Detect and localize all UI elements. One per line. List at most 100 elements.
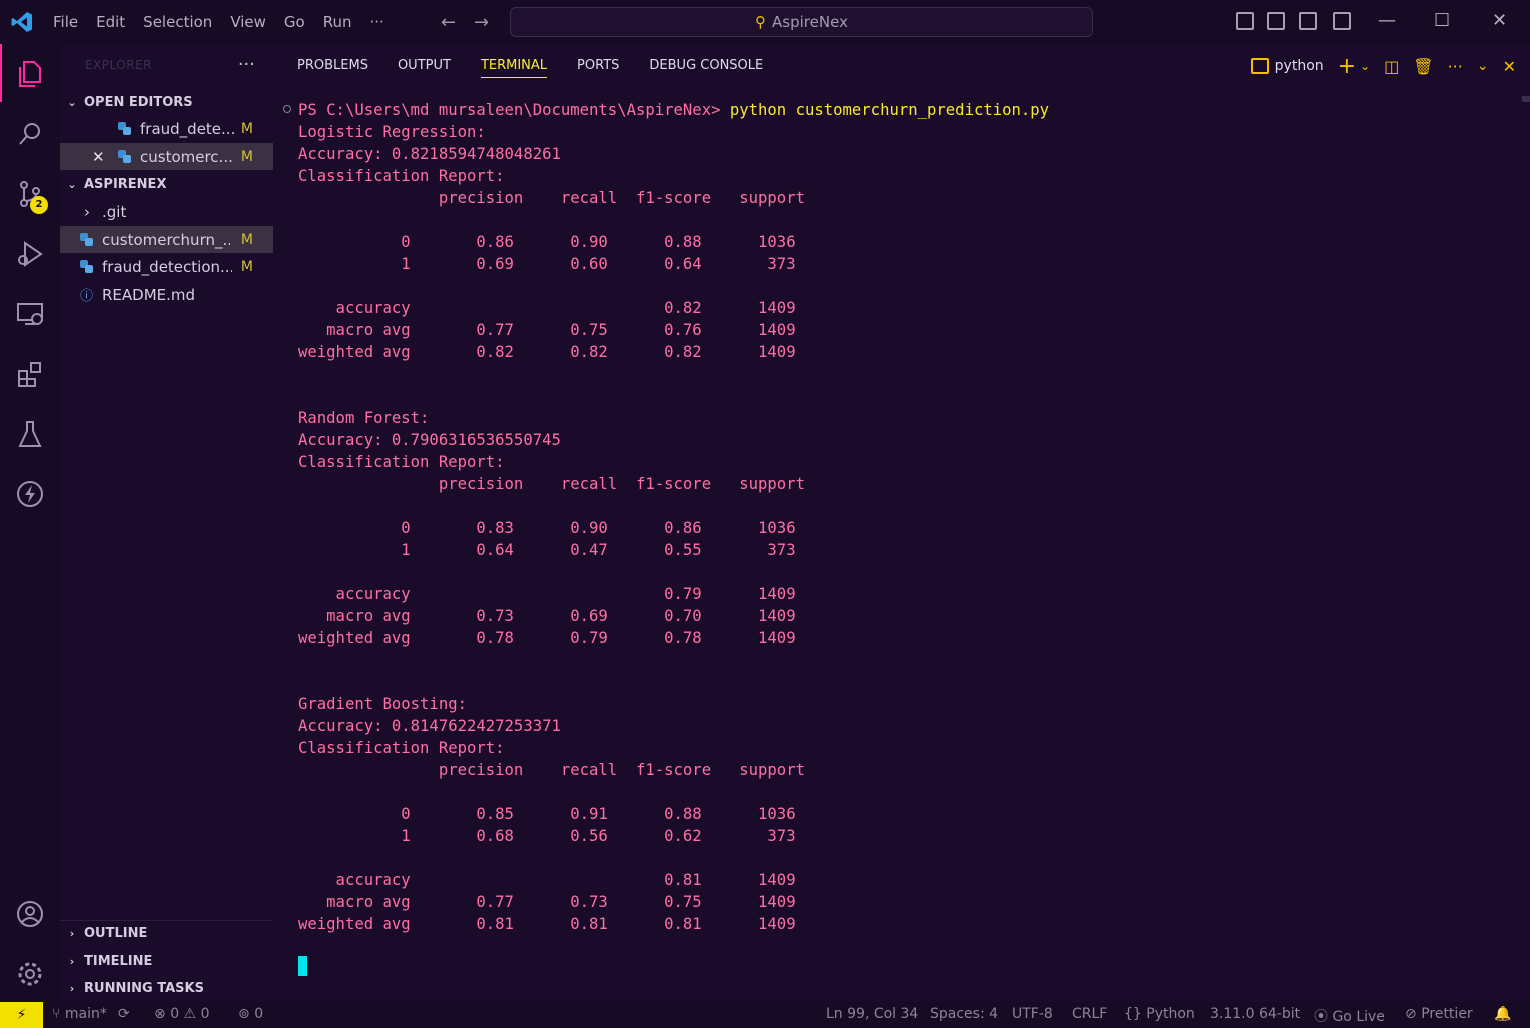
menu-go[interactable]: Go — [275, 13, 314, 31]
timeline-header[interactable]: › TIMELINE — [60, 948, 273, 974]
title-bar: File Edit Selection View Go Run ··· ← → … — [0, 0, 1530, 44]
testing-flask-icon[interactable] — [14, 418, 46, 450]
close-window-icon[interactable]: ✕ — [1492, 10, 1507, 31]
maximize-icon[interactable]: ☐ — [1434, 10, 1450, 31]
terminal-output[interactable]: PS C:\Users\md mursaleen\Documents\Aspir… — [298, 99, 1049, 935]
extensions-icon[interactable] — [14, 358, 46, 390]
prettier-status[interactable]: ⊘ Prettier — [1405, 1006, 1473, 1022]
customize-layout-icon[interactable] — [1333, 12, 1351, 30]
chevron-down-icon[interactable]: ⌄ — [1360, 59, 1370, 73]
chevron-right-icon: › — [69, 954, 75, 968]
more-actions-icon[interactable]: ··· — [1448, 57, 1463, 76]
error-count: 0 — [170, 1006, 180, 1022]
close-panel-icon[interactable]: ✕ — [1503, 57, 1516, 76]
vscode-logo-icon[interactable] — [10, 10, 34, 34]
accounts-icon[interactable] — [14, 898, 46, 930]
cursor-position[interactable]: Ln 99, Col 34 — [826, 1006, 918, 1022]
running-tasks-label: RUNNING TASKS — [84, 980, 204, 996]
tab-terminal[interactable]: TERMINAL — [480, 58, 548, 78]
forward-arrow-icon[interactable]: → — [474, 12, 489, 33]
sync-icon[interactable]: ⟳ — [118, 1006, 130, 1022]
explorer-sidebar: EXPLORER ··· ⌄ OPEN EDITORS fraud_dete..… — [60, 44, 273, 1002]
command-center-search[interactable]: ⚲ AspireNex — [510, 7, 1093, 37]
file-item[interactable]: ⓘ README.md — [60, 281, 273, 308]
tab-output[interactable]: OUTPUT — [398, 58, 451, 78]
file-name: customerchurn_... — [102, 230, 230, 249]
go-live-label: Go Live — [1332, 1009, 1385, 1025]
terminal-output-text: Logistic Regression: Accuracy: 0.8218594… — [298, 123, 805, 933]
open-editors-header[interactable]: ⌄ OPEN EDITORS — [60, 89, 273, 115]
open-editor-name: fraud_dete... — [140, 119, 236, 138]
status-bar: ⚡ ⑂ main* ⟳ ⊗ 0 ⚠ 0 ⊚ 0 Ln 99, Col 34 Sp… — [0, 1002, 1530, 1028]
chevron-right-icon: › — [69, 981, 75, 995]
terminal-cursor — [298, 956, 307, 976]
tab-debug-console[interactable]: DEBUG CONSOLE — [649, 58, 763, 78]
running-tasks-header[interactable]: › RUNNING TASKS — [60, 975, 273, 1001]
info-icon: ⓘ — [80, 289, 94, 304]
minimize-icon[interactable]: — — [1378, 10, 1396, 31]
maximize-panel-chevron-icon[interactable]: ⌄ — [1477, 58, 1489, 74]
command-center-label: AspireNex — [772, 13, 848, 31]
menu-selection[interactable]: Selection — [134, 13, 221, 31]
active-indicator — [0, 44, 2, 102]
menu-run[interactable]: Run — [314, 13, 361, 31]
open-editor-item[interactable]: fraud_dete... M — [60, 115, 273, 142]
line-ending[interactable]: CRLF — [1072, 1006, 1107, 1022]
language-name: Python — [1146, 1006, 1195, 1022]
python-file-icon — [80, 232, 94, 247]
folder-header[interactable]: ⌄ ASPIRENEX — [60, 171, 273, 197]
terminal-scrollbar[interactable] — [1522, 96, 1530, 102]
notifications-bell-icon[interactable]: 🔔 — [1494, 1006, 1511, 1022]
folder-item-git[interactable]: › .git — [60, 198, 273, 225]
terminal-prompt: PS C:\Users\md mursaleen\Documents\Aspir… — [298, 101, 730, 119]
modified-badge: M — [240, 231, 253, 248]
new-terminal-icon[interactable]: + — [1338, 54, 1356, 79]
more-actions-icon[interactable]: ··· — [238, 54, 255, 75]
branch-status[interactable]: ⑂ main* — [52, 1006, 107, 1022]
go-live-button[interactable]: ⦿ Go Live — [1314, 1006, 1385, 1026]
remote-indicator-icon[interactable]: ⚡ — [0, 1002, 43, 1028]
python-file-icon — [80, 259, 94, 274]
file-item[interactable]: fraud_detection.... M — [60, 253, 273, 280]
split-terminal-icon[interactable]: ◫ — [1384, 57, 1399, 76]
outline-header[interactable]: › OUTLINE — [60, 920, 273, 946]
file-item[interactable]: customerchurn_... M — [60, 226, 273, 253]
timeline-label: TIMELINE — [84, 953, 153, 969]
settings-gear-icon[interactable] — [14, 958, 46, 990]
terminal-shell-icon[interactable] — [1250, 58, 1269, 74]
search-icon: ⚲ — [755, 13, 767, 31]
terminal-name[interactable]: python — [1275, 58, 1324, 74]
toggle-secondary-sidebar-icon[interactable] — [1299, 12, 1317, 30]
toggle-panel-icon[interactable] — [1267, 12, 1285, 30]
menu-view[interactable]: View — [221, 13, 275, 31]
tab-problems[interactable]: PROBLEMS — [297, 58, 368, 78]
explorer-icon[interactable] — [14, 58, 46, 90]
problems-status[interactable]: ⊗ 0 ⚠ 0 — [154, 1006, 209, 1022]
remote-explorer-icon[interactable] — [14, 298, 46, 330]
folder-label: ASPIRENEX — [84, 176, 167, 192]
search-icon[interactable] — [14, 118, 46, 150]
run-debug-icon[interactable] — [14, 238, 46, 270]
indentation[interactable]: Spaces: 4 — [930, 1006, 998, 1022]
python-interpreter[interactable]: 3.11.0 64-bit — [1210, 1006, 1300, 1022]
ports-status[interactable]: ⊚ 0 — [238, 1006, 263, 1022]
toggle-primary-sidebar-icon[interactable] — [1236, 12, 1254, 30]
warning-count: 0 — [200, 1006, 210, 1022]
thunder-client-icon[interactable] — [14, 478, 46, 510]
kill-terminal-trash-icon[interactable]: 🗑 — [1413, 57, 1433, 76]
chevron-right-icon: › — [69, 927, 75, 940]
sidebar-title: EXPLORER — [85, 58, 152, 72]
close-icon[interactable]: ✕ — [92, 148, 118, 166]
modified-badge: M — [240, 120, 253, 137]
back-arrow-icon[interactable]: ← — [441, 12, 456, 33]
menu-more[interactable]: ··· — [361, 13, 393, 31]
open-editor-item[interactable]: ✕ customerc... M — [60, 143, 273, 170]
modified-badge: M — [240, 258, 253, 275]
python-file-icon — [118, 121, 132, 136]
language-mode[interactable]: {} Python — [1124, 1006, 1195, 1022]
menu-file[interactable]: File — [44, 13, 87, 31]
tab-ports[interactable]: PORTS — [577, 58, 619, 78]
encoding[interactable]: UTF-8 — [1012, 1006, 1053, 1022]
menu-edit[interactable]: Edit — [87, 13, 134, 31]
command-decoration-icon — [283, 105, 291, 113]
